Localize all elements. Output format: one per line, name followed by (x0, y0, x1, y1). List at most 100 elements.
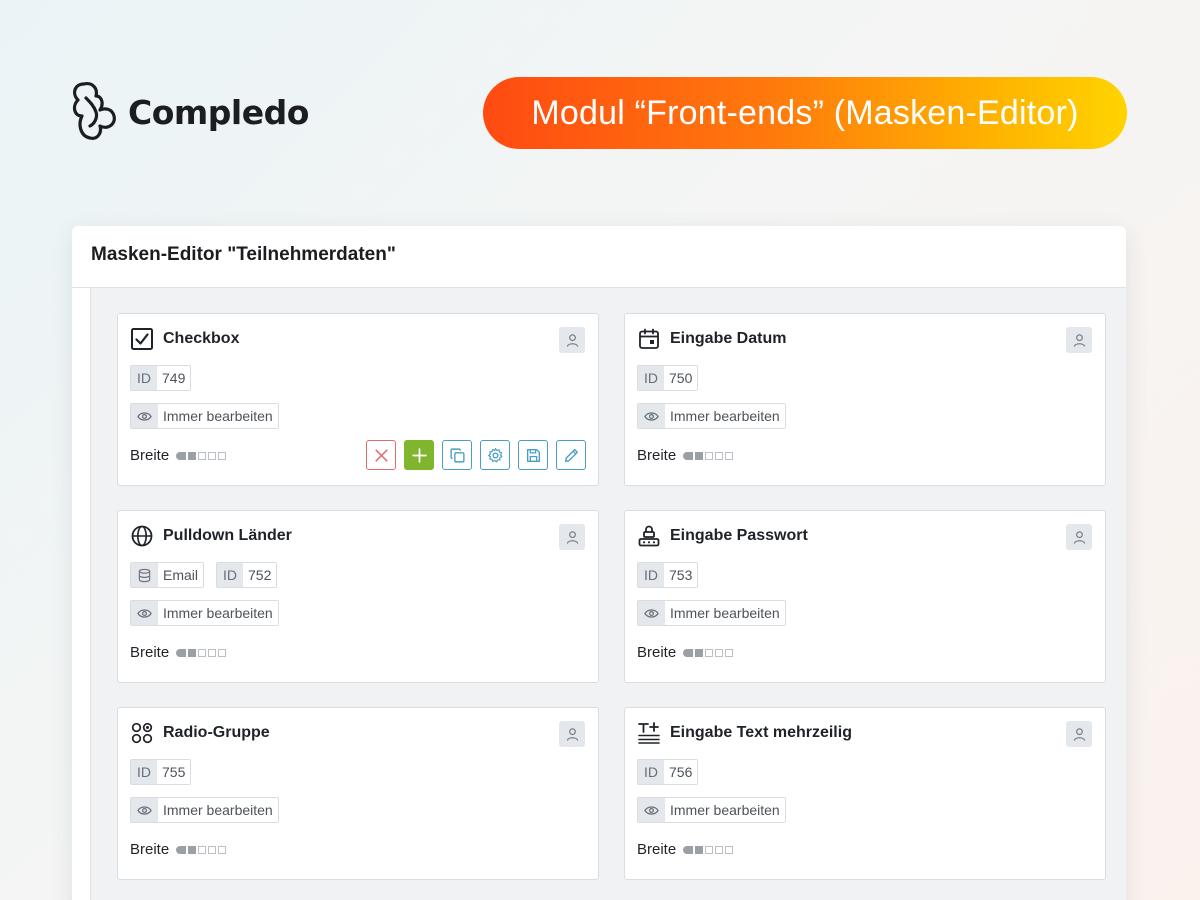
radio-group-icon (130, 721, 154, 745)
width-slot[interactable] (176, 845, 187, 854)
width-setting: Breite (130, 447, 227, 464)
width-slot[interactable] (715, 648, 724, 657)
width-slot[interactable] (695, 845, 704, 854)
user-permission-button[interactable] (1066, 327, 1092, 353)
save-icon (526, 448, 540, 462)
user-permission-button[interactable] (559, 327, 585, 353)
width-slot[interactable] (695, 451, 704, 460)
width-slot[interactable] (725, 451, 734, 460)
user-permission-button[interactable] (1066, 524, 1092, 550)
visibility-chip[interactable]: Immer bearbeiten (637, 403, 786, 429)
width-label: Breite (130, 447, 170, 464)
width-slot[interactable] (705, 845, 714, 854)
visibility-chip[interactable]: Immer bearbeiten (130, 797, 279, 823)
width-slot[interactable] (218, 845, 227, 854)
visibility-value: Immer bearbeiten (158, 404, 278, 428)
field-card-pulldown[interactable]: Pulldown Länder Email ID 752 Immer bearb… (117, 510, 599, 683)
width-slider[interactable] (683, 648, 734, 657)
id-label: ID (131, 760, 157, 784)
width-slot[interactable] (176, 648, 187, 657)
field-title-text: Checkbox (163, 330, 240, 347)
settings-button[interactable] (480, 440, 510, 470)
width-slot[interactable] (715, 451, 724, 460)
field-id-chip: ID 749 (130, 365, 192, 391)
save-button[interactable] (518, 440, 548, 470)
user-icon (566, 727, 578, 741)
user-icon (566, 530, 578, 544)
field-id-chip: ID 755 (130, 759, 192, 785)
module-banner: Modul “Front-ends” (Masken-Editor) (483, 77, 1127, 149)
width-slot[interactable] (725, 845, 734, 854)
width-slot[interactable] (176, 451, 187, 460)
field-title-text: Eingabe Text mehrzeilig (670, 724, 852, 741)
datasource-value: Email (158, 563, 204, 587)
width-setting: Breite (637, 447, 734, 464)
width-slider[interactable] (176, 451, 227, 460)
id-value: 749 (157, 366, 191, 390)
text-multiline-icon (637, 721, 661, 745)
width-slot[interactable] (218, 648, 227, 657)
width-slot[interactable] (705, 648, 714, 657)
edit-icon (564, 448, 578, 462)
user-permission-button[interactable] (559, 524, 585, 550)
field-id-chip: ID 752 (216, 562, 278, 588)
visibility-chip[interactable]: Immer bearbeiten (130, 403, 279, 429)
id-label: ID (638, 563, 664, 587)
width-slot[interactable] (198, 648, 207, 657)
visibility-value: Immer bearbeiten (158, 601, 278, 625)
user-permission-button[interactable] (1066, 721, 1092, 747)
datasource-chip[interactable]: Email (130, 562, 205, 588)
visibility-chip[interactable]: Immer bearbeiten (637, 600, 786, 626)
width-label: Breite (130, 644, 170, 661)
width-slider[interactable] (176, 648, 227, 657)
field-card-radio-group[interactable]: Radio-Gruppe ID 755 Immer bearbeiten Bre… (117, 707, 599, 880)
checkbox-icon (130, 327, 154, 351)
mask-editor-canvas: Checkbox ID 749 Immer bearbeiten Breite (90, 288, 1126, 900)
width-slot[interactable] (705, 451, 714, 460)
id-value: 752 (243, 563, 277, 587)
width-slot[interactable] (218, 451, 227, 460)
field-card-date[interactable]: Eingabe Datum ID 750 Immer bearbeiten Br… (624, 313, 1106, 486)
mask-editor-panel: Masken-Editor "Teilnehmerdaten" Checkbox… (72, 226, 1126, 900)
field-card-checkbox[interactable]: Checkbox ID 749 Immer bearbeiten Breite (117, 313, 599, 486)
width-setting: Breite (637, 841, 734, 858)
width-label: Breite (130, 841, 170, 858)
width-slot[interactable] (715, 845, 724, 854)
width-slot[interactable] (683, 451, 694, 460)
width-slot[interactable] (695, 648, 704, 657)
id-value: 753 (664, 563, 698, 587)
settings-icon (487, 447, 502, 462)
field-actions (366, 440, 586, 470)
width-slider[interactable] (683, 845, 734, 854)
id-label: ID (638, 760, 664, 784)
add-button[interactable] (404, 440, 434, 470)
width-slider[interactable] (683, 451, 734, 460)
width-slot[interactable] (188, 648, 197, 657)
width-slot[interactable] (188, 451, 197, 460)
width-slot[interactable] (198, 845, 207, 854)
width-slot[interactable] (188, 845, 197, 854)
id-label: ID (131, 366, 157, 390)
width-slot[interactable] (683, 845, 694, 854)
visibility-chip[interactable]: Immer bearbeiten (637, 797, 786, 823)
width-setting: Breite (130, 644, 227, 661)
width-slot[interactable] (198, 451, 207, 460)
width-slot[interactable] (208, 648, 217, 657)
edit-button[interactable] (556, 440, 586, 470)
field-title: Eingabe Passwort (637, 524, 808, 548)
width-slider[interactable] (176, 845, 227, 854)
copy-button[interactable] (442, 440, 472, 470)
width-slot[interactable] (683, 648, 694, 657)
delete-button[interactable] (366, 440, 396, 470)
field-title: Eingabe Text mehrzeilig (637, 721, 852, 745)
field-card-password[interactable]: Eingabe Passwort ID 753 Immer bearbeiten… (624, 510, 1106, 683)
width-slot[interactable] (208, 451, 217, 460)
width-slot[interactable] (725, 648, 734, 657)
field-title-text: Pulldown Länder (163, 527, 292, 544)
user-permission-button[interactable] (559, 721, 585, 747)
field-id-chip: ID 753 (637, 562, 699, 588)
field-card-textarea[interactable]: Eingabe Text mehrzeilig ID 756 Immer bea… (624, 707, 1106, 880)
id-label: ID (217, 563, 244, 587)
visibility-chip[interactable]: Immer bearbeiten (130, 600, 279, 626)
width-slot[interactable] (208, 845, 217, 854)
